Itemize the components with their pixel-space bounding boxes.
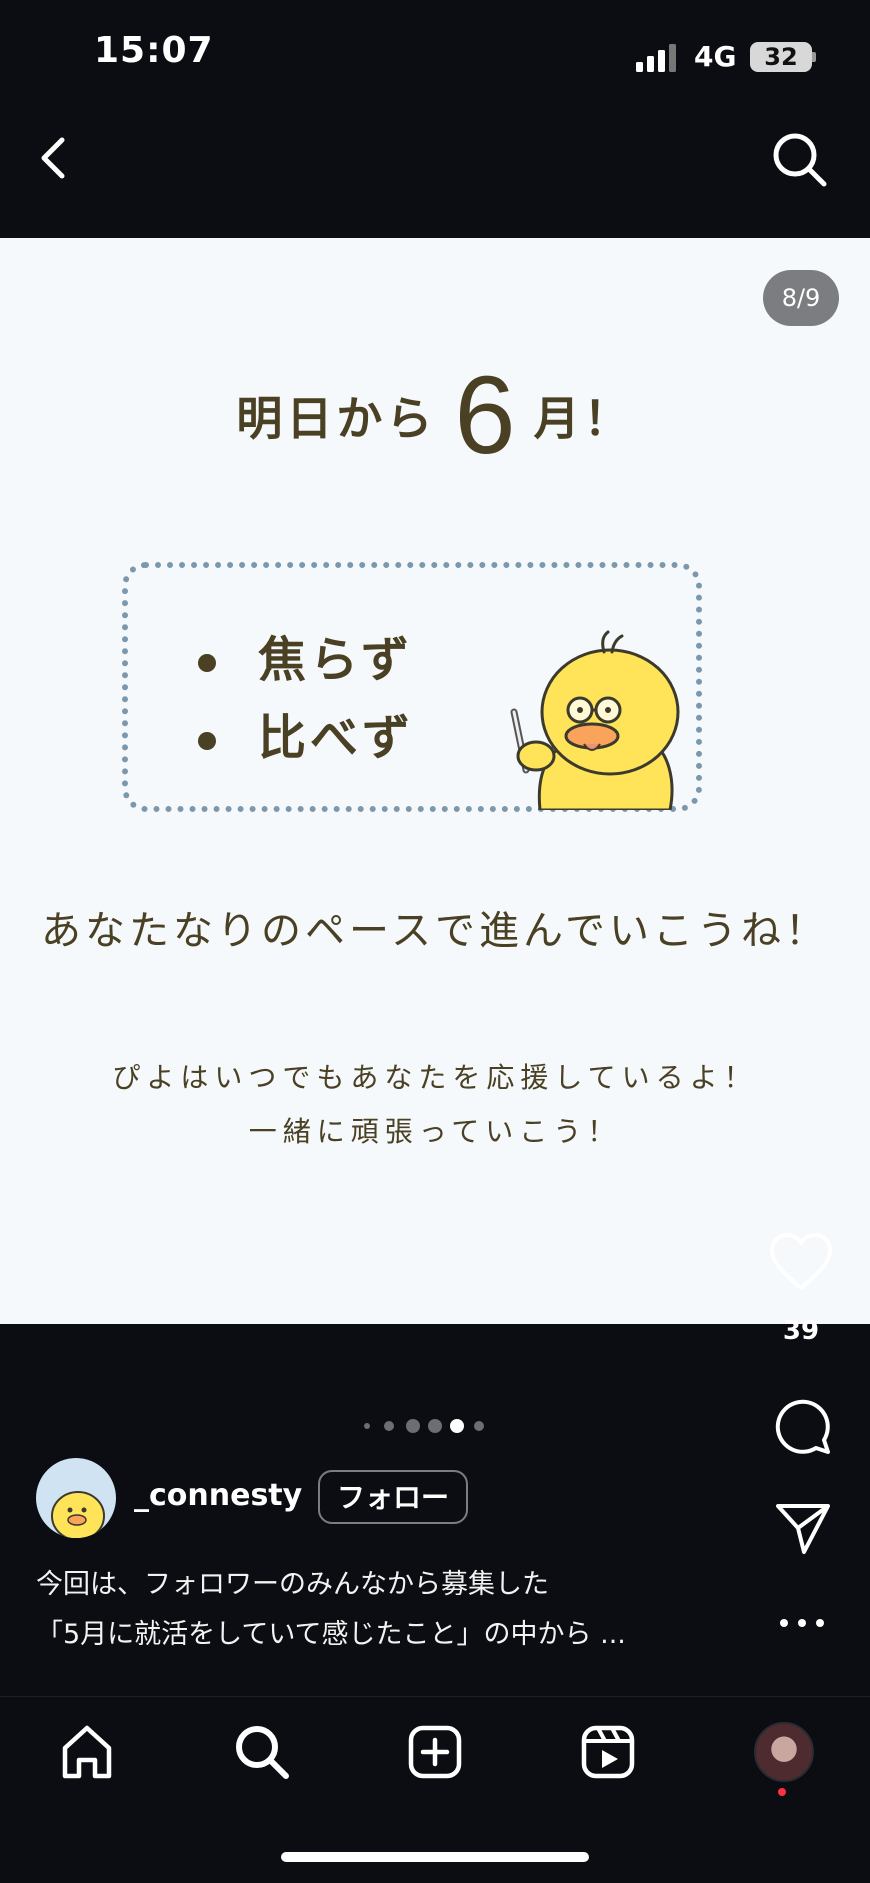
like-button[interactable] — [768, 1232, 834, 1292]
post-subline: あなたなりのペースで進んでいこうね！ — [41, 908, 829, 954]
heart-icon — [770, 1233, 832, 1290]
search-button[interactable] — [770, 130, 830, 190]
username[interactable]: _connesty — [134, 1478, 302, 1513]
chick-illustration — [510, 630, 680, 810]
like-count: 39 — [782, 1316, 820, 1346]
nav-profile-avatar[interactable] — [754, 1722, 814, 1782]
back-button[interactable] — [30, 130, 80, 186]
follow-button[interactable]: フォロー — [318, 1470, 468, 1524]
carousel-dot — [384, 1421, 394, 1431]
nav-reels-button[interactable] — [578, 1722, 638, 1782]
more-icon — [780, 1619, 824, 1627]
tip-item: 比べず — [198, 698, 414, 768]
nav-home-button[interactable] — [57, 1722, 117, 1782]
home-icon — [62, 1725, 112, 1779]
comment-button[interactable] — [772, 1396, 832, 1456]
headline: 明日から 6 月！ — [0, 352, 870, 479]
caption-line[interactable]: 今回は、フォロワーのみんなから募集した — [36, 1562, 549, 1601]
caption-line[interactable]: 「5月に就活をしていて感じたこと」の中から ... — [36, 1612, 626, 1651]
search-icon — [773, 133, 827, 187]
home-indicator[interactable] — [281, 1852, 589, 1862]
battery-tip — [812, 52, 816, 62]
cheer-line: 一緒に頑張っていこう！ — [248, 1115, 622, 1148]
carousel-indicator — [360, 1414, 500, 1438]
status-time: 15:07 — [94, 30, 214, 71]
tip-item: 焦らず — [198, 620, 413, 690]
notification-dot — [778, 1788, 786, 1796]
headline-post: 月！ — [533, 391, 634, 446]
carousel-dot-active — [450, 1419, 464, 1433]
page-counter: 8/9 — [763, 270, 839, 326]
more-button[interactable] — [776, 1608, 828, 1638]
comment-icon — [775, 1399, 830, 1454]
reels-icon — [581, 1725, 635, 1779]
battery-icon: 32 — [750, 42, 812, 72]
carousel-dot — [406, 1419, 420, 1433]
tip-text: 比べず — [258, 710, 415, 766]
signal-icon — [636, 44, 676, 72]
carousel-dot — [474, 1421, 484, 1431]
bullet-icon — [198, 654, 216, 672]
avatar[interactable] — [36, 1458, 116, 1538]
headline-number: 6 — [454, 354, 516, 477]
bullet-icon — [198, 732, 216, 750]
tip-text: 焦らず — [258, 632, 414, 688]
headline-pre: 明日から — [236, 391, 437, 446]
send-icon — [776, 1504, 830, 1554]
network-type: 4G — [694, 40, 737, 73]
chick-avatar-icon — [51, 1491, 105, 1538]
cheer-line: ぴよはいつでもあなたを応援しているよ！ — [112, 1061, 758, 1094]
carousel-dot — [428, 1419, 442, 1433]
chevron-left-icon — [41, 137, 65, 179]
search-icon — [236, 1726, 289, 1779]
nav-create-button[interactable] — [405, 1722, 465, 1782]
plus-square-icon — [408, 1725, 462, 1779]
nav-search-button[interactable] — [232, 1722, 292, 1782]
carousel-dot — [364, 1423, 370, 1429]
share-button[interactable] — [774, 1500, 832, 1556]
